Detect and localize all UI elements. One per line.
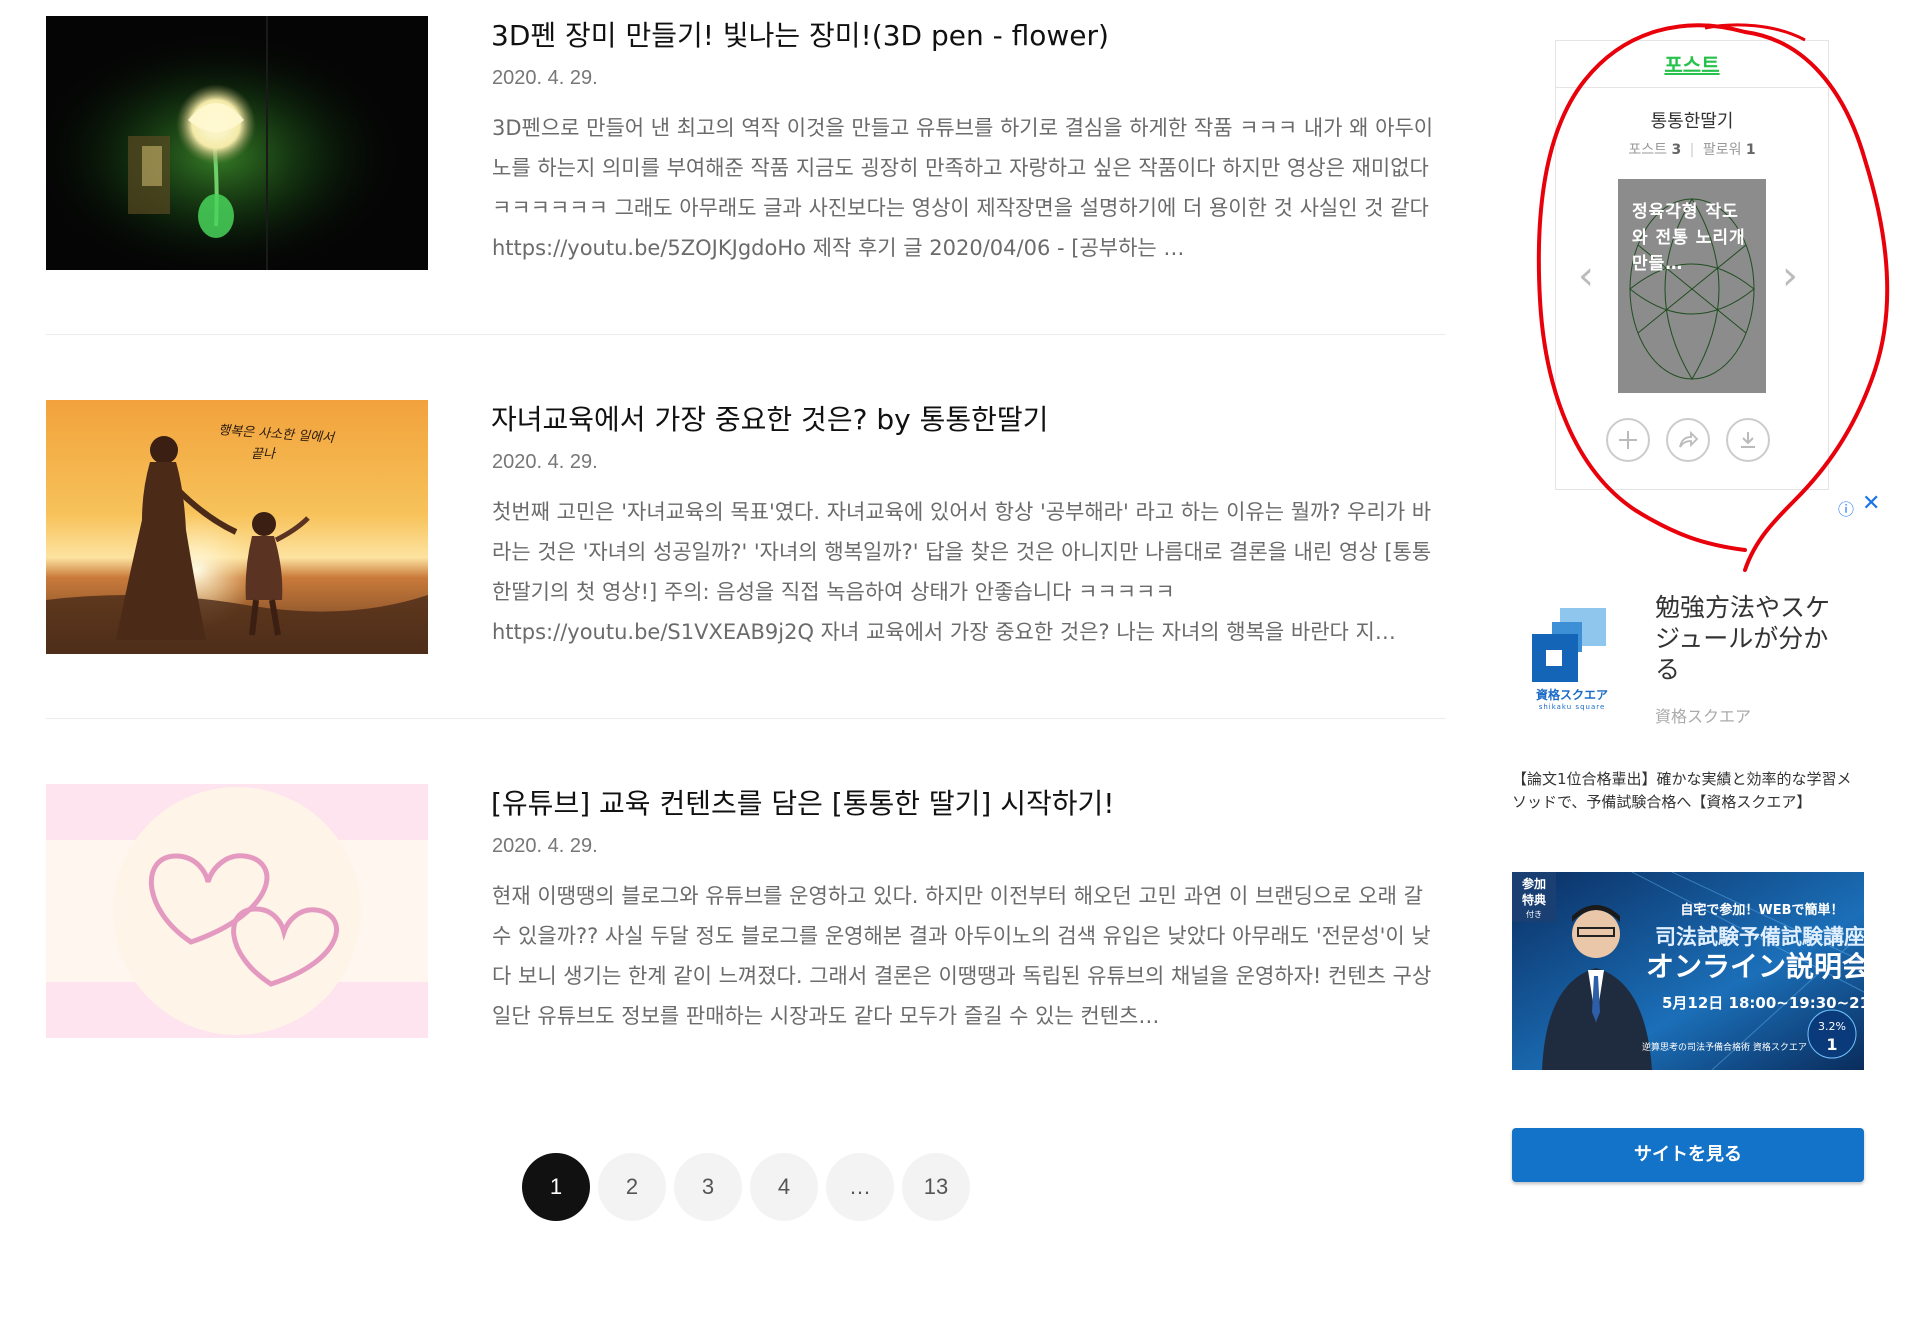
article-summary: 첫번째 고민은 '자녀교육의 목표'였다. 자녀교육에 있어서 항상 '공부해라…: [492, 500, 1432, 644]
banner-main-line: 司法試験予備試験講座: [1655, 925, 1864, 949]
banner-footer: 逆算思考の司法予備合格術 資格スクエア: [1642, 1041, 1807, 1053]
page-button-3[interactable]: 3: [674, 1153, 742, 1221]
divider: [46, 334, 1446, 335]
ad-cta-button[interactable]: サイトを見る: [1512, 1128, 1864, 1182]
banner-badge: 付き: [1526, 909, 1542, 919]
article-title[interactable]: [유튜브] 교육 컨텐츠를 담은 [통통한 딸기] 시작하기!: [491, 782, 1115, 822]
article-date: 2020. 4. 29.: [492, 67, 598, 89]
banner-main-line: オンライン説明会: [1646, 950, 1864, 983]
banner-top-line: 自宅で参加！WEBで簡単！: [1680, 902, 1843, 918]
ad-headline[interactable]: 勉強方法やスケジュールが分かる: [1655, 592, 1845, 685]
page-button-4[interactable]: 4: [750, 1153, 818, 1221]
article-item[interactable]: 행복은 사소한 일에서 끝나 자녀교육에서 가장 중요한 것은? by 통통한딸…: [46, 384, 1446, 768]
article-thumbnail[interactable]: [46, 16, 428, 270]
article-title[interactable]: 3D펜 장미 만들기! 빛나는 장미!(3D pen - flower): [491, 14, 1109, 54]
ad-info-icon[interactable]: ⓘ: [1838, 496, 1854, 520]
banner-date: 5月12日 18:00~19:30~21:00: [1662, 994, 1864, 1012]
ad-source[interactable]: 資格スクエア: [1655, 703, 1751, 727]
banner-badge: 参加: [1522, 876, 1546, 891]
ad-close-icon[interactable]: ✕: [1862, 491, 1880, 516]
banner-seal-rank: 1: [1826, 1035, 1837, 1054]
rose-lamp-image: [46, 16, 428, 270]
page-button-13[interactable]: 13: [902, 1153, 970, 1221]
ad-description[interactable]: 【論文1位合格輩出】確かな実績と効率的な学習メソッドで、予備試験合格へ【資格スク…: [1512, 768, 1862, 814]
article-summary: 3D펜으로 만들어 낸 최고의 역작 이것을 만들고 유튜브를 하기로 결심을 …: [492, 116, 1434, 260]
sunset-beach-image: 행복은 사소한 일에서 끝나: [46, 400, 428, 654]
article-item[interactable]: 3D펜 장미 만들기! 빛나는 장미!(3D pen - flower) 202…: [46, 0, 1446, 384]
page-button-2[interactable]: 2: [598, 1153, 666, 1221]
page-button-1[interactable]: 1: [522, 1153, 590, 1221]
ad-banner-image: 参加 特典 付き 自宅で参加！WEBで簡単！ 司法試験予備試験講座 オンライン説…: [1512, 872, 1864, 1070]
article-date: 2020. 4. 29.: [492, 451, 598, 473]
ad-logo-subtext: shikaku square: [1538, 703, 1606, 711]
article-item[interactable]: [유튜브] 교육 컨텐츠를 담은 [통통한 딸기] 시작하기! 2020. 4.…: [46, 768, 1446, 1152]
thumb-caption: 끝나: [251, 447, 277, 462]
article-thumbnail[interactable]: [46, 784, 428, 1038]
article-thumbnail[interactable]: 행복은 사소한 일에서 끝나: [46, 400, 428, 654]
article-date: 2020. 4. 29.: [492, 835, 598, 857]
divider: [46, 718, 1446, 719]
hearts-image: [46, 784, 428, 1038]
banner-seal: 3.2%: [1818, 1020, 1846, 1033]
ad-banner[interactable]: 参加 特典 付き 自宅で参加！WEBで簡単！ 司法試験予備試験講座 オンライン説…: [1512, 872, 1864, 1070]
ad-logo-text: 資格スクエア: [1535, 688, 1608, 702]
banner-badge: 特典: [1522, 892, 1546, 907]
article-title[interactable]: 자녀교육에서 가장 중요한 것은? by 통통한딸기: [491, 398, 1048, 438]
page-ellipsis[interactable]: …: [826, 1153, 894, 1221]
article-summary: 현재 이땡땡의 블로그와 유튜브를 운영하고 있다. 하지만 이전부터 해오던 …: [492, 884, 1432, 1028]
